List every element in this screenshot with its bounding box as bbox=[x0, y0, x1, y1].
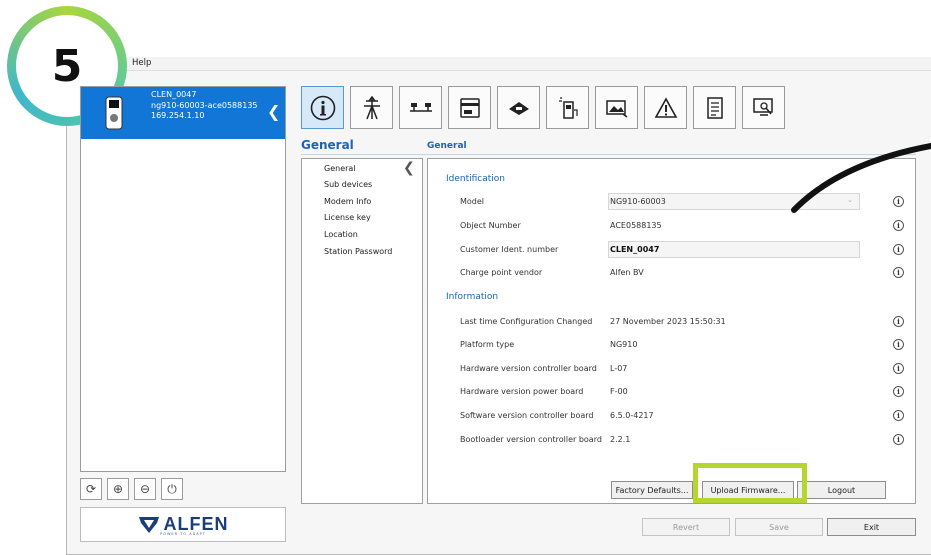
save-button[interactable]: Save bbox=[735, 518, 823, 536]
factory-defaults-button[interactable]: Factory Defaults... bbox=[611, 481, 693, 499]
bootloader-label: Bootloader version controller board bbox=[460, 435, 602, 444]
info-icon[interactable]: i bbox=[893, 244, 904, 255]
platform-type-label: Platform type bbox=[460, 340, 515, 349]
monitor-search-icon bbox=[752, 97, 773, 116]
info-icon[interactable]: i bbox=[893, 410, 904, 421]
identification-heading: Identification bbox=[446, 174, 506, 184]
device-ip: 169.254.1.10 bbox=[151, 111, 205, 120]
logout-button[interactable]: Logout bbox=[797, 481, 886, 499]
device-list: CLEN_0047 ng910-60003-ace0588135 169.254… bbox=[80, 86, 286, 472]
exit-button[interactable]: Exit bbox=[827, 518, 916, 536]
card-reader-icon bbox=[459, 97, 480, 118]
information-heading: Information bbox=[446, 292, 499, 302]
ev-charger-icon bbox=[558, 96, 578, 119]
nav-item-general[interactable]: General bbox=[324, 164, 356, 173]
nav-item-license-key[interactable]: License key bbox=[324, 213, 371, 222]
chevron-left-icon[interactable]: ❮ bbox=[267, 102, 280, 121]
brand-tagline: POWER TO ADAPT bbox=[160, 532, 206, 536]
alfen-logo: ALFEN POWER TO ADAPT bbox=[80, 507, 286, 542]
nav-item-sub-devices[interactable]: Sub devices bbox=[324, 180, 372, 189]
category-toolbar bbox=[301, 86, 785, 129]
nav-item-location[interactable]: Location bbox=[324, 230, 358, 239]
annotation-arrow-icon bbox=[791, 143, 931, 213]
section-title: General bbox=[301, 138, 354, 152]
hw-power-value: F-00 bbox=[610, 387, 628, 396]
customer-ident-label: Customer Ident. number bbox=[460, 245, 559, 254]
upload-firmware-highlight bbox=[693, 463, 807, 503]
warnings-button[interactable] bbox=[644, 86, 687, 129]
device-list-item[interactable]: CLEN_0047 ng910-60003-ace0588135 169.254… bbox=[81, 87, 285, 139]
info-icon[interactable]: i bbox=[893, 339, 904, 350]
info-icon bbox=[310, 95, 335, 120]
image-icon bbox=[605, 99, 627, 118]
logs-button[interactable] bbox=[693, 86, 736, 129]
plus-circle-icon: ⊕ bbox=[112, 482, 124, 496]
revert-button[interactable]: Revert bbox=[642, 518, 730, 536]
diagnostics-button[interactable] bbox=[742, 86, 785, 129]
menu-help[interactable]: Help bbox=[132, 58, 151, 68]
document-icon bbox=[706, 96, 723, 119]
menu-bar: Help bbox=[67, 57, 931, 71]
bootloader-value: 2.2.1 bbox=[610, 435, 631, 444]
vendor-value: Alfen BV bbox=[610, 268, 644, 277]
refresh-icon: ⟳ bbox=[85, 482, 97, 496]
nav-item-station-password[interactable]: Station Password bbox=[324, 247, 392, 256]
power-icon: ⏻ bbox=[167, 481, 177, 496]
hw-power-label: Hardware version power board bbox=[460, 387, 584, 396]
model-value: NG910-60003 bbox=[610, 197, 666, 206]
power-button[interactable]: ⏻ bbox=[161, 478, 183, 500]
display-button[interactable] bbox=[595, 86, 638, 129]
info-icon[interactable]: i bbox=[893, 386, 904, 397]
info-icon[interactable]: i bbox=[893, 220, 904, 231]
vendor-label: Charge point vendor bbox=[460, 268, 543, 277]
alfen-shield-icon bbox=[138, 516, 159, 533]
power-grid-button[interactable] bbox=[350, 86, 393, 129]
nav-item-modem-info[interactable]: Modem Info bbox=[324, 197, 371, 206]
device-id: ng910-60003-ace0588135 bbox=[151, 100, 258, 110]
hw-controller-label: Hardware version controller board bbox=[460, 364, 597, 373]
info-icon[interactable]: i bbox=[893, 434, 904, 445]
info-icon[interactable]: i bbox=[893, 267, 904, 278]
sw-controller-label: Software version controller board bbox=[460, 411, 594, 420]
power-tower-icon bbox=[363, 95, 380, 119]
sw-controller-value: 6.5.0-4217 bbox=[610, 411, 654, 420]
platform-type-value: NG910 bbox=[610, 340, 638, 349]
content-title: General bbox=[427, 141, 467, 151]
info-icon[interactable]: i bbox=[893, 316, 904, 327]
sub-navigation: General Sub devices Modem Info License k… bbox=[301, 158, 423, 504]
info-icon[interactable]: i bbox=[893, 363, 904, 374]
object-number-value: ACE0588135 bbox=[610, 221, 662, 230]
hw-controller-value: L-07 bbox=[610, 364, 628, 373]
charging-station-button[interactable] bbox=[546, 86, 589, 129]
warning-icon bbox=[654, 96, 677, 118]
connectivity-button[interactable] bbox=[497, 86, 540, 129]
object-number-label: Object Number bbox=[460, 221, 521, 230]
load-balancing-button[interactable] bbox=[399, 86, 442, 129]
charger-icon bbox=[105, 96, 123, 133]
minus-circle-icon: ⊖ bbox=[139, 482, 151, 496]
config-changed-value: 27 November 2023 15:50:31 bbox=[610, 317, 726, 326]
general-info-button[interactable] bbox=[301, 86, 344, 129]
payment-button[interactable] bbox=[448, 86, 491, 129]
remove-device-button[interactable]: ⊖ bbox=[134, 478, 156, 500]
config-changed-label: Last time Configuration Changed bbox=[460, 317, 593, 326]
model-label: Model bbox=[460, 197, 485, 206]
refresh-button[interactable]: ⟳ bbox=[80, 478, 102, 500]
device-name: CLEN_0047 bbox=[151, 90, 197, 99]
balance-icon bbox=[409, 102, 432, 112]
add-device-button[interactable]: ⊕ bbox=[107, 478, 129, 500]
customer-ident-value: CLEN_0047 bbox=[610, 245, 660, 254]
network-icon bbox=[508, 101, 529, 115]
collapse-chevron-icon[interactable]: ❮ bbox=[403, 160, 415, 176]
